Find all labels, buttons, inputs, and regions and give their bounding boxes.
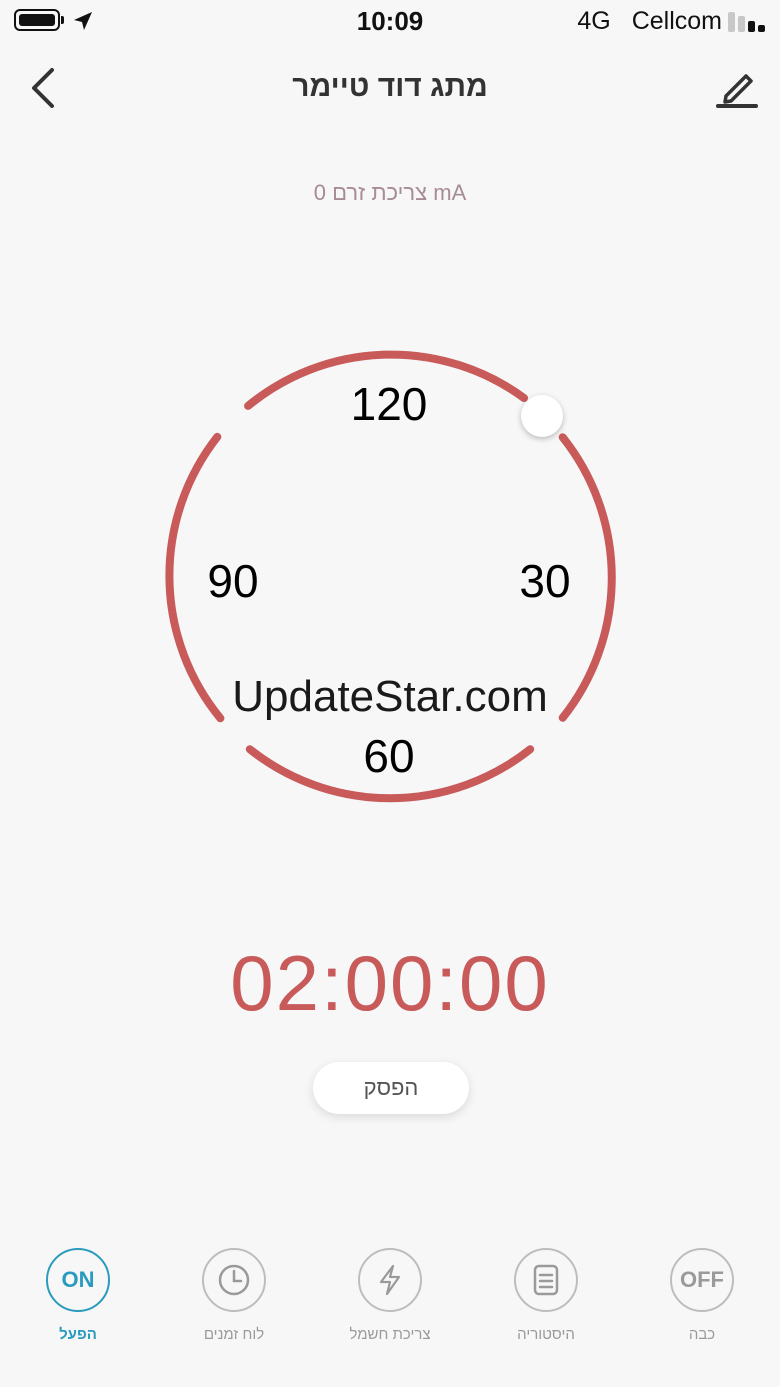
power-off-icon: OFF <box>670 1248 734 1312</box>
carrier-name: Cellcom <box>631 7 722 35</box>
network-type: 4G <box>577 7 611 35</box>
dial-handle[interactable] <box>521 395 563 437</box>
edit-pencil-icon[interactable] <box>714 66 760 110</box>
on-icon-text: ON <box>61 1267 95 1292</box>
watermark: UpdateStar.com <box>232 672 548 721</box>
dial-label-30: 30 <box>519 555 570 607</box>
signal-strength-icon <box>728 12 765 32</box>
clock-icon <box>202 1248 266 1312</box>
lightning-bolt-icon <box>358 1248 422 1312</box>
nav-off[interactable]: OFF כבה <box>637 1248 767 1343</box>
countdown-display: 02:00:00 <box>230 939 550 1027</box>
status-carrier-group: 4G Cellcom <box>577 7 722 36</box>
stop-button[interactable]: הפסק <box>313 1062 469 1114</box>
page-title: מתג דוד טיימר <box>292 70 488 103</box>
dial-label-60: 60 <box>363 730 414 782</box>
nav-history-label: היסטוריה <box>517 1326 575 1343</box>
document-list-icon <box>514 1248 578 1312</box>
dial-label-120: 120 <box>351 378 428 430</box>
nav-power-usage[interactable]: צריכת חשמל <box>325 1248 455 1343</box>
nav-schedule[interactable]: לוח זמנים <box>169 1248 299 1343</box>
nav-on[interactable]: ON הפעל <box>13 1248 143 1343</box>
nav-schedule-label: לוח זמנים <box>203 1326 265 1343</box>
nav-power-usage-label: צריכת חשמל <box>349 1326 431 1343</box>
nav-off-label: כבה <box>688 1326 716 1343</box>
nav-on-label: הפעל <box>59 1326 97 1343</box>
nav-history[interactable]: היסטוריה <box>481 1248 611 1343</box>
power-on-icon: ON <box>46 1248 110 1312</box>
dial-label-90: 90 <box>207 555 258 607</box>
off-icon-text: OFF <box>680 1267 724 1292</box>
current-draw-text: צריכת זרם 0 mA <box>313 180 467 205</box>
